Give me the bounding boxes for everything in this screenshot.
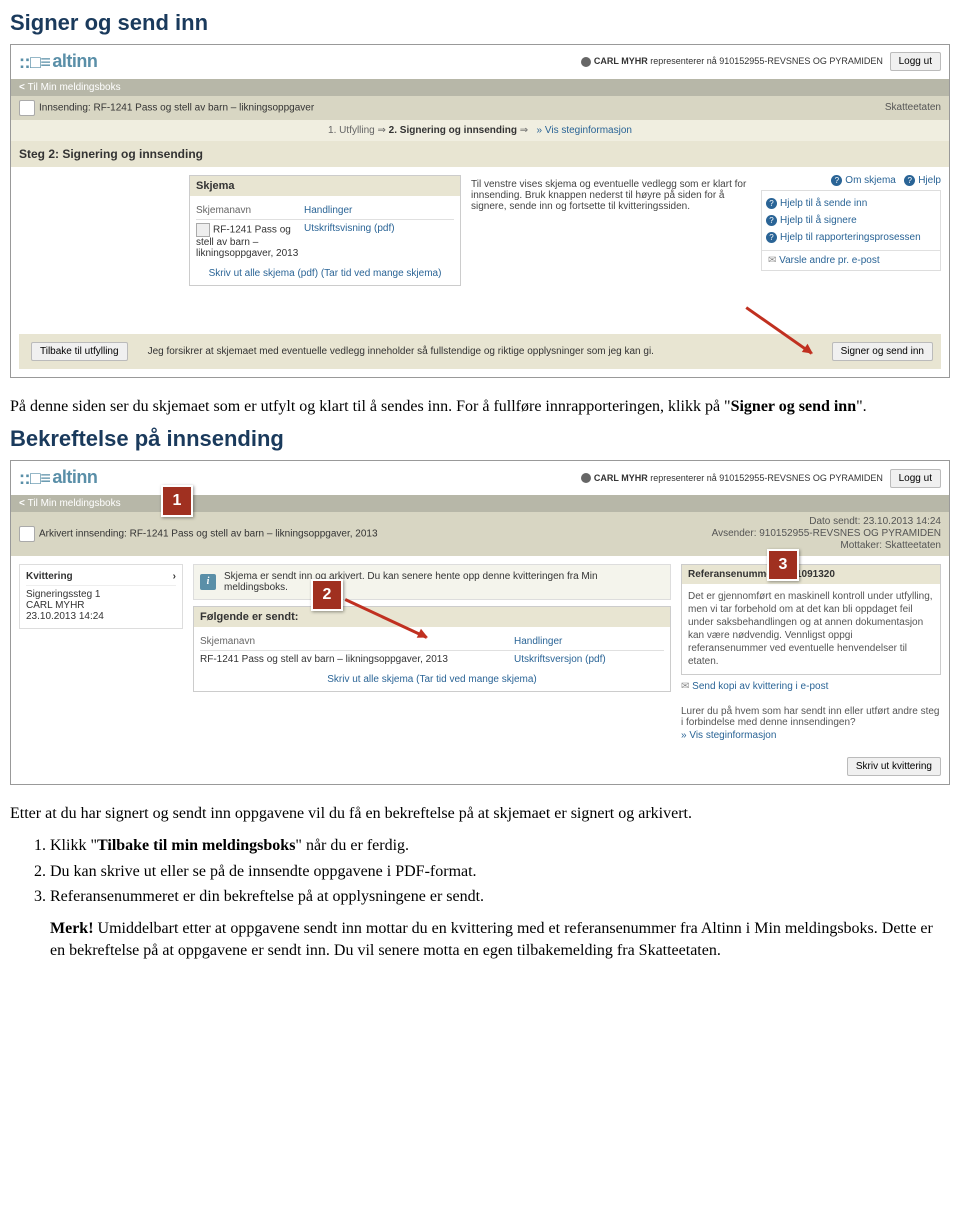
top-bar: ::□≡altinn CARL MYHR representerer nå 91…: [11, 45, 949, 79]
chevron-right-icon: ›: [173, 571, 176, 582]
back-to-fill-button[interactable]: Tilbake til utfylling: [31, 342, 128, 361]
user-area: CARL MYHR representerer nå 910152955-REV…: [581, 469, 941, 488]
etat-label: Skatteetaten: [885, 102, 941, 113]
altinn-logo: ::□≡altinn: [19, 51, 97, 73]
reference-heading: Referansenummer: AR1091320: [682, 565, 940, 584]
callout-1: 1: [161, 485, 193, 517]
back-to-inbox-link[interactable]: Til Min meldingsboks: [19, 498, 121, 509]
list-item: Du kan skrive ut eller se på de innsendt…: [50, 859, 950, 885]
wondering-text: Lurer du på hvem som har sendt inn eller…: [681, 698, 941, 741]
step-info-link[interactable]: » Vis steginformasjon: [537, 125, 632, 136]
notify-email-link[interactable]: Varsle andre pr. e-post: [762, 250, 940, 270]
meta-info: Dato sendt: 23.10.2013 14:24 Avsender: 9…: [712, 516, 941, 552]
logout-button[interactable]: Logg ut: [890, 52, 941, 71]
sent-heading: Følgende er sendt:: [194, 607, 670, 627]
page-title: Arkivert innsending: RF-1241 Pass og ste…: [39, 529, 378, 540]
list-item: Klikk "Tilbake til min meldingsboks" når…: [50, 833, 950, 859]
list-item: Referansenummeret er din bekreftelse på …: [50, 884, 950, 910]
print-all-link[interactable]: Skriv ut alle skjema (Tar tid ved mange …: [327, 674, 537, 685]
declaration-text: Jeg forsikrer at skjemaet med eventuelle…: [128, 346, 828, 357]
document-icon: [196, 223, 210, 237]
altinn-logo: ::□≡altinn: [19, 467, 97, 489]
user-icon: [581, 473, 591, 483]
receipt-sidebar: Kvittering› Signeringssteg 1 CARL MYHR 2…: [19, 564, 183, 629]
help-send-link[interactable]: Hjelp til å sende inn: [766, 195, 936, 212]
print-pdf-link[interactable]: Utskriftsversjon (pdf): [514, 654, 664, 665]
content-area: Skjema SkjemanavnHandlinger RF-1241 Pass…: [11, 167, 949, 294]
paragraph-1: På denne siden ser du skjemaet som er ut…: [10, 396, 950, 418]
numbered-list: Klikk "Tilbake til min meldingsboks" når…: [30, 833, 950, 910]
title-bar: Innsending: RF-1241 Pass og stell av bar…: [11, 96, 949, 120]
form-row-name: RF-1241 Pass og stell av barn – liknings…: [196, 223, 304, 259]
user-icon: [581, 57, 591, 67]
logo-icon: ::□≡: [19, 52, 50, 73]
title-bar: Arkivert innsending: RF-1241 Pass og ste…: [11, 512, 949, 556]
col-skjemanavn: Skjemanavn: [200, 636, 514, 647]
section-heading-1: Signer og send inn: [10, 10, 950, 36]
callout-3: 3: [767, 549, 799, 581]
steps-bar: 1. Utfylling ⇒ 2. Signering og innsendin…: [11, 120, 949, 141]
step-info-link[interactable]: » Vis steginformasjon: [681, 730, 941, 741]
col-skjemanavn: Skjemanavn: [196, 205, 304, 216]
callout-2: 2: [311, 579, 343, 611]
user-area: CARL MYHR representerer nå 910152955-REV…: [581, 52, 941, 71]
print-pdf-link[interactable]: Utskriftsvisning (pdf): [304, 223, 454, 259]
step-heading: Steg 2: Signering og innsending: [11, 141, 949, 167]
breadcrumb-bar: Til Min meldingsboks: [11, 495, 949, 512]
print-all-link[interactable]: Skriv ut alle skjema (pdf) (Tar tid ved …: [209, 268, 442, 279]
send-copy-link[interactable]: Send kopi av kvittering i e-post: [681, 675, 941, 698]
top-bar: ::□≡altinn CARL MYHR representerer nå 91…: [11, 461, 949, 495]
breadcrumb-bar: Til Min meldingsboks: [11, 79, 949, 96]
help-sign-link[interactable]: Hjelp til å signere: [766, 212, 936, 229]
section-heading-2: Bekreftelse på innsending: [10, 426, 950, 452]
back-to-inbox-link[interactable]: Til Min meldingsboks: [19, 82, 121, 93]
help-report-link[interactable]: Hjelp til rapporteringsprosessen: [766, 229, 936, 246]
page-title: Innsending: RF-1241 Pass og stell av bar…: [39, 102, 314, 113]
form-icon: [19, 526, 35, 542]
info-strip: i Skjema er sendt inn og arkivert. Du ka…: [193, 564, 671, 600]
content-area: Kvittering› Signeringssteg 1 CARL MYHR 2…: [11, 556, 949, 749]
skjema-heading: Skjema: [196, 180, 235, 192]
paragraph-2: Etter at du har signert og sendt inn opp…: [10, 803, 950, 825]
sign-and-send-button[interactable]: Signer og send inn: [832, 342, 933, 361]
hjelp-link[interactable]: Hjelp: [904, 175, 941, 186]
print-receipt-button[interactable]: Skriv ut kvittering: [847, 757, 941, 776]
logo-icon: ::□≡: [19, 468, 50, 489]
reference-body: Det er gjennomført en maskinell kontroll…: [682, 584, 940, 674]
screenshot-1: ::□≡altinn CARL MYHR representerer nå 91…: [10, 44, 950, 378]
merk-paragraph: Merk! Umiddelbart etter at oppgavene sen…: [50, 918, 950, 963]
col-handlinger: Handlinger: [514, 636, 664, 647]
col-handlinger: Handlinger: [304, 205, 454, 216]
form-row-name: RF-1241 Pass og stell av barn – liknings…: [200, 654, 514, 665]
om-skjema-link[interactable]: Om skjema: [831, 175, 896, 186]
info-icon: i: [200, 574, 216, 590]
instruction-text: Til venstre vises skjema og eventuelle v…: [471, 179, 751, 218]
logout-button[interactable]: Logg ut: [890, 469, 941, 488]
form-icon: [19, 100, 35, 116]
screenshot-2: ::□≡altinn CARL MYHR representerer nå 91…: [10, 460, 950, 785]
